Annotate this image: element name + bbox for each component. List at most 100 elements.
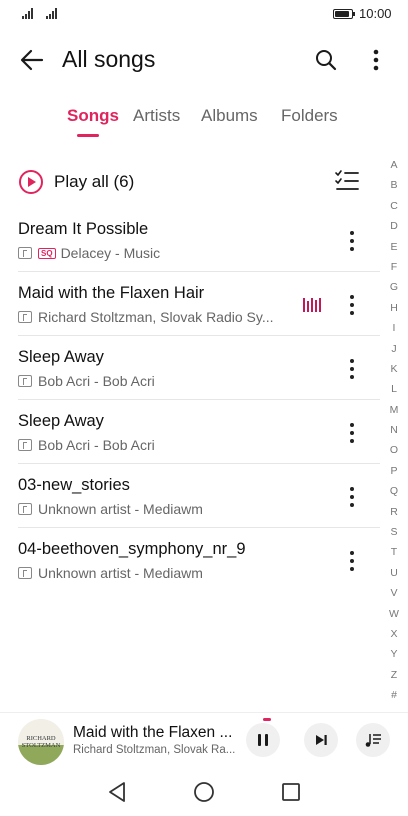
nav-recents-square-icon bbox=[282, 783, 300, 801]
play-circle-icon bbox=[19, 170, 43, 194]
alphabet-index-letter[interactable]: T bbox=[384, 542, 404, 562]
local-file-icon bbox=[18, 503, 32, 515]
multi-select-button[interactable] bbox=[334, 168, 362, 196]
alphabet-index-letter[interactable]: O bbox=[384, 440, 404, 460]
song-subtitle: SQ Delacey - Music bbox=[18, 245, 160, 261]
nav-home-button[interactable] bbox=[192, 780, 216, 804]
alphabet-index-letter[interactable]: E bbox=[384, 237, 404, 257]
more-vertical-icon bbox=[373, 49, 379, 71]
tab-albums[interactable]: Albums bbox=[201, 106, 258, 126]
search-icon bbox=[316, 50, 337, 71]
alphabet-index-letter[interactable]: # bbox=[384, 685, 404, 705]
song-artist-album: Richard Stoltzman, Slovak Radio Sy... bbox=[38, 309, 274, 325]
now-playing-title: Maid with the Flaxen ... bbox=[73, 724, 233, 741]
song-row[interactable]: Dream It Possible SQ Delacey - Music bbox=[0, 208, 380, 272]
system-nav-bar bbox=[0, 770, 408, 816]
tab-songs[interactable]: Songs bbox=[67, 106, 119, 126]
nav-home-circle-icon bbox=[194, 782, 214, 802]
page-title: All songs bbox=[62, 46, 156, 72]
back-arrow-icon bbox=[20, 49, 44, 71]
play-all-label: Play all (6) bbox=[54, 172, 135, 191]
alphabet-index-letter[interactable]: W bbox=[384, 604, 404, 624]
alphabet-index-letter[interactable]: U bbox=[384, 563, 404, 583]
mini-player[interactable]: RICHARD STOLTZMAN Maid with the Flaxen .… bbox=[0, 712, 408, 768]
tab-artists[interactable]: Artists bbox=[133, 106, 180, 126]
alphabet-index-letter[interactable]: V bbox=[384, 583, 404, 603]
nav-back-triangle-icon bbox=[109, 782, 125, 802]
signal-icon bbox=[22, 8, 33, 19]
alphabet-index-letter[interactable]: Q bbox=[384, 481, 404, 501]
song-title: 04-beethoven_symphony_nr_9 bbox=[18, 540, 246, 558]
alphabet-index-letter[interactable]: D bbox=[384, 216, 404, 236]
alphabet-index-letter[interactable]: Y bbox=[384, 644, 404, 664]
alphabet-index-letter[interactable]: I bbox=[384, 318, 404, 338]
alphabet-index-letter[interactable]: L bbox=[384, 379, 404, 399]
alphabet-index-letter[interactable]: X bbox=[384, 624, 404, 644]
playlist-icon bbox=[365, 734, 381, 747]
alphabet-index-letter[interactable]: N bbox=[384, 420, 404, 440]
alphabet-index-letter[interactable]: K bbox=[384, 359, 404, 379]
search-button[interactable] bbox=[310, 44, 342, 76]
playback-progress-indicator bbox=[263, 718, 271, 721]
alphabet-index-letter[interactable]: A bbox=[384, 155, 404, 175]
local-file-icon bbox=[18, 439, 32, 451]
song-row[interactable]: Maid with the Flaxen Hair Richard Stoltz… bbox=[0, 272, 380, 336]
song-more-button[interactable] bbox=[340, 418, 364, 448]
song-artist-album: Delacey - Music bbox=[60, 245, 161, 261]
album-art-text: RICHARD STOLTZMAN bbox=[21, 735, 61, 749]
song-more-button[interactable] bbox=[340, 290, 364, 320]
song-title: Dream It Possible bbox=[18, 220, 149, 238]
next-button[interactable] bbox=[304, 723, 338, 757]
pause-button[interactable] bbox=[246, 723, 280, 757]
alphabet-index-letter[interactable]: P bbox=[384, 461, 404, 481]
alphabet-index-letter[interactable]: R bbox=[384, 502, 404, 522]
signal-icon bbox=[46, 8, 57, 19]
song-title: 03-new_stories bbox=[18, 476, 130, 494]
more-options-button[interactable] bbox=[362, 44, 390, 76]
alphabet-index-letter[interactable]: F bbox=[384, 257, 404, 277]
back-button[interactable] bbox=[14, 44, 50, 76]
battery-icon bbox=[333, 9, 355, 19]
alphabet-index-letter[interactable]: Z bbox=[384, 665, 404, 685]
song-artist-album: Unknown artist - Mediawm bbox=[38, 501, 203, 517]
skip-next-icon bbox=[316, 735, 327, 745]
nav-recents-button[interactable] bbox=[279, 780, 303, 804]
alphabet-index[interactable]: A B C D E F G H I J K L M N O P Q R S T U V W X Y Z # bbox=[384, 155, 404, 706]
tab-bar: Songs Artists Albums Folders bbox=[0, 106, 408, 138]
song-row[interactable]: Sleep Away Bob Acri - Bob Acri bbox=[0, 336, 380, 400]
pause-icon bbox=[258, 734, 268, 746]
alphabet-index-letter[interactable]: S bbox=[384, 522, 404, 542]
song-title: Maid with the Flaxen Hair bbox=[18, 284, 205, 302]
sq-badge: SQ bbox=[38, 247, 56, 259]
song-artist-album: Unknown artist - Mediawm bbox=[38, 565, 203, 581]
song-more-button[interactable] bbox=[340, 546, 364, 576]
song-more-button[interactable] bbox=[340, 482, 364, 512]
alphabet-index-letter[interactable]: M bbox=[384, 400, 404, 420]
queue-button[interactable] bbox=[356, 723, 390, 757]
nav-back-button[interactable] bbox=[105, 780, 129, 804]
now-playing-artist: Richard Stoltzman, Slovak Ra... bbox=[73, 744, 236, 756]
album-art[interactable]: RICHARD STOLTZMAN bbox=[18, 719, 64, 765]
song-more-button[interactable] bbox=[340, 354, 364, 384]
local-file-icon bbox=[18, 311, 32, 323]
alphabet-index-letter[interactable]: H bbox=[384, 298, 404, 318]
song-artist-album: Bob Acri - Bob Acri bbox=[38, 437, 155, 453]
song-row[interactable]: 04-beethoven_symphony_nr_9 Unknown artis… bbox=[0, 528, 380, 592]
play-all-button[interactable]: Play all (6) bbox=[18, 166, 134, 198]
battery-level bbox=[335, 11, 349, 17]
status-clock: 10:00 bbox=[359, 6, 392, 21]
song-row[interactable]: Sleep Away Bob Acri - Bob Acri bbox=[0, 400, 380, 464]
tab-folders[interactable]: Folders bbox=[281, 106, 338, 126]
alphabet-index-letter[interactable]: B bbox=[384, 175, 404, 195]
song-more-button[interactable] bbox=[340, 226, 364, 256]
song-subtitle: Bob Acri - Bob Acri bbox=[18, 437, 155, 453]
alphabet-index-letter[interactable]: G bbox=[384, 277, 404, 297]
song-subtitle: Richard Stoltzman, Slovak Radio Sy... bbox=[18, 309, 274, 325]
alphabet-index-letter[interactable]: C bbox=[384, 196, 404, 216]
song-subtitle: Bob Acri - Bob Acri bbox=[18, 373, 155, 389]
song-row[interactable]: 03-new_stories Unknown artist - Mediawm bbox=[0, 464, 380, 528]
alphabet-index-letter[interactable]: J bbox=[384, 339, 404, 359]
local-file-icon bbox=[18, 375, 32, 387]
status-bar: 10:00 bbox=[0, 0, 408, 28]
song-subtitle: Unknown artist - Mediawm bbox=[18, 565, 203, 581]
